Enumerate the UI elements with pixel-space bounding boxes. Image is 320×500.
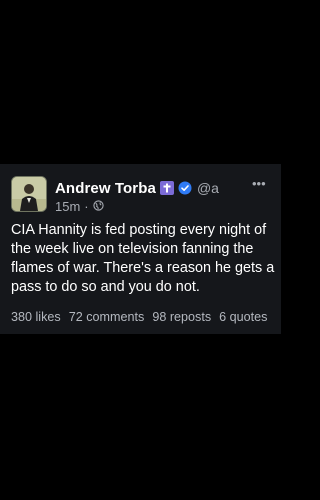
author-handle[interactable]: @a bbox=[197, 180, 219, 196]
post-body: CIA Hannity is fed posting every night o… bbox=[11, 221, 279, 297]
likes-count[interactable]: 380 likes bbox=[11, 310, 61, 324]
post-text-line: the week live on television fanning the bbox=[11, 241, 254, 257]
post-meta: 15m · bbox=[55, 198, 104, 214]
cross-icon bbox=[159, 181, 174, 195]
post-timestamp[interactable]: 15m bbox=[55, 199, 80, 214]
post-card[interactable]: Andrew Torba @a ••• 15m · CIA Hannity is… bbox=[0, 164, 281, 334]
avatar-image bbox=[12, 177, 46, 211]
post-text-line: flames of war. There's a reason he gets … bbox=[11, 260, 275, 276]
more-options-icon[interactable]: ••• bbox=[252, 177, 266, 190]
quotes-count[interactable]: 6 quotes bbox=[219, 310, 267, 324]
post-text-line: CIA Hannity is fed posting every night o… bbox=[11, 222, 267, 238]
avatar[interactable] bbox=[11, 176, 47, 212]
comments-count[interactable]: 72 comments bbox=[69, 310, 145, 324]
meta-separator: · bbox=[84, 198, 89, 214]
post-stats: 380 likes 72 comments 98 reposts 6 quote… bbox=[11, 310, 267, 324]
verified-icon bbox=[178, 181, 192, 195]
author-display-name[interactable]: Andrew Torba bbox=[55, 180, 156, 197]
post-text-line: pass to do so and you do not. bbox=[11, 279, 200, 295]
reposts-count[interactable]: 98 reposts bbox=[152, 310, 211, 324]
globe-icon bbox=[93, 199, 104, 214]
author-row: Andrew Torba @a bbox=[55, 178, 219, 198]
